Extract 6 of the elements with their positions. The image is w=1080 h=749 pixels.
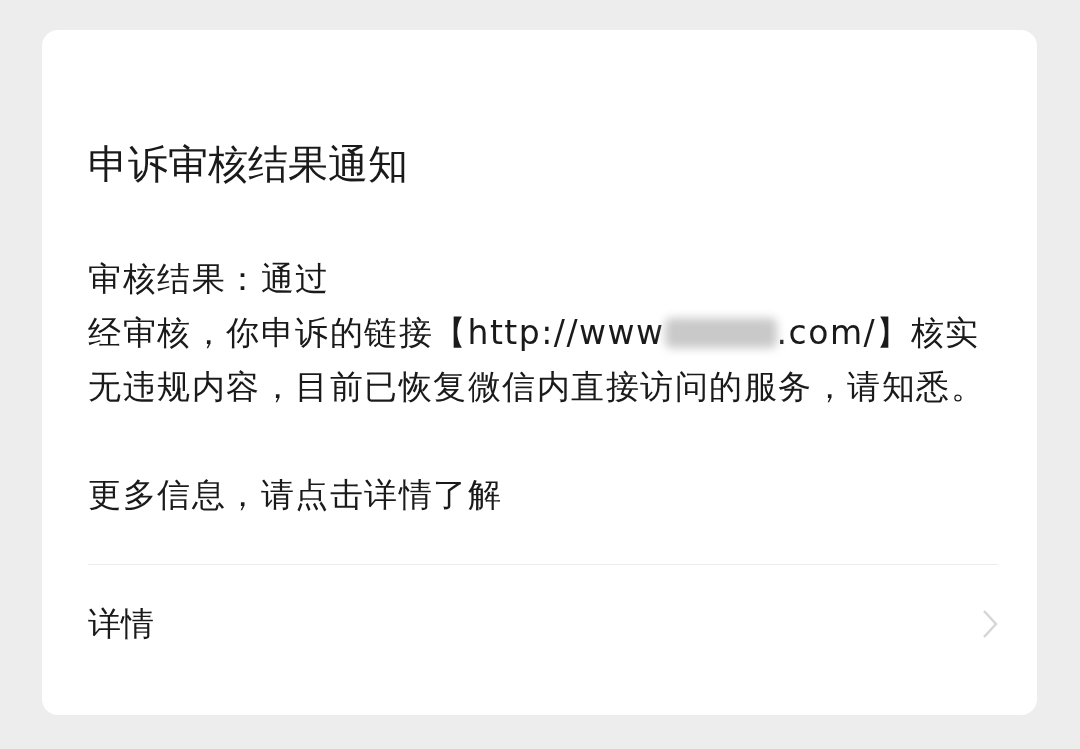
more-info-text: 更多信息，请点击详情了解 [88,474,503,516]
card-title: 申诉审核结果通知 [88,140,409,189]
result-text: 审核结果：通过 [88,258,331,300]
message-text: 经审核，你申诉的链接【http://www .com/】核实无违规内容，目前已恢复微信内直接访问的服务，请知悉。 [88,312,986,408]
chevron-icon [982,609,998,639]
details-link[interactable]: 详情 [88,565,998,689]
